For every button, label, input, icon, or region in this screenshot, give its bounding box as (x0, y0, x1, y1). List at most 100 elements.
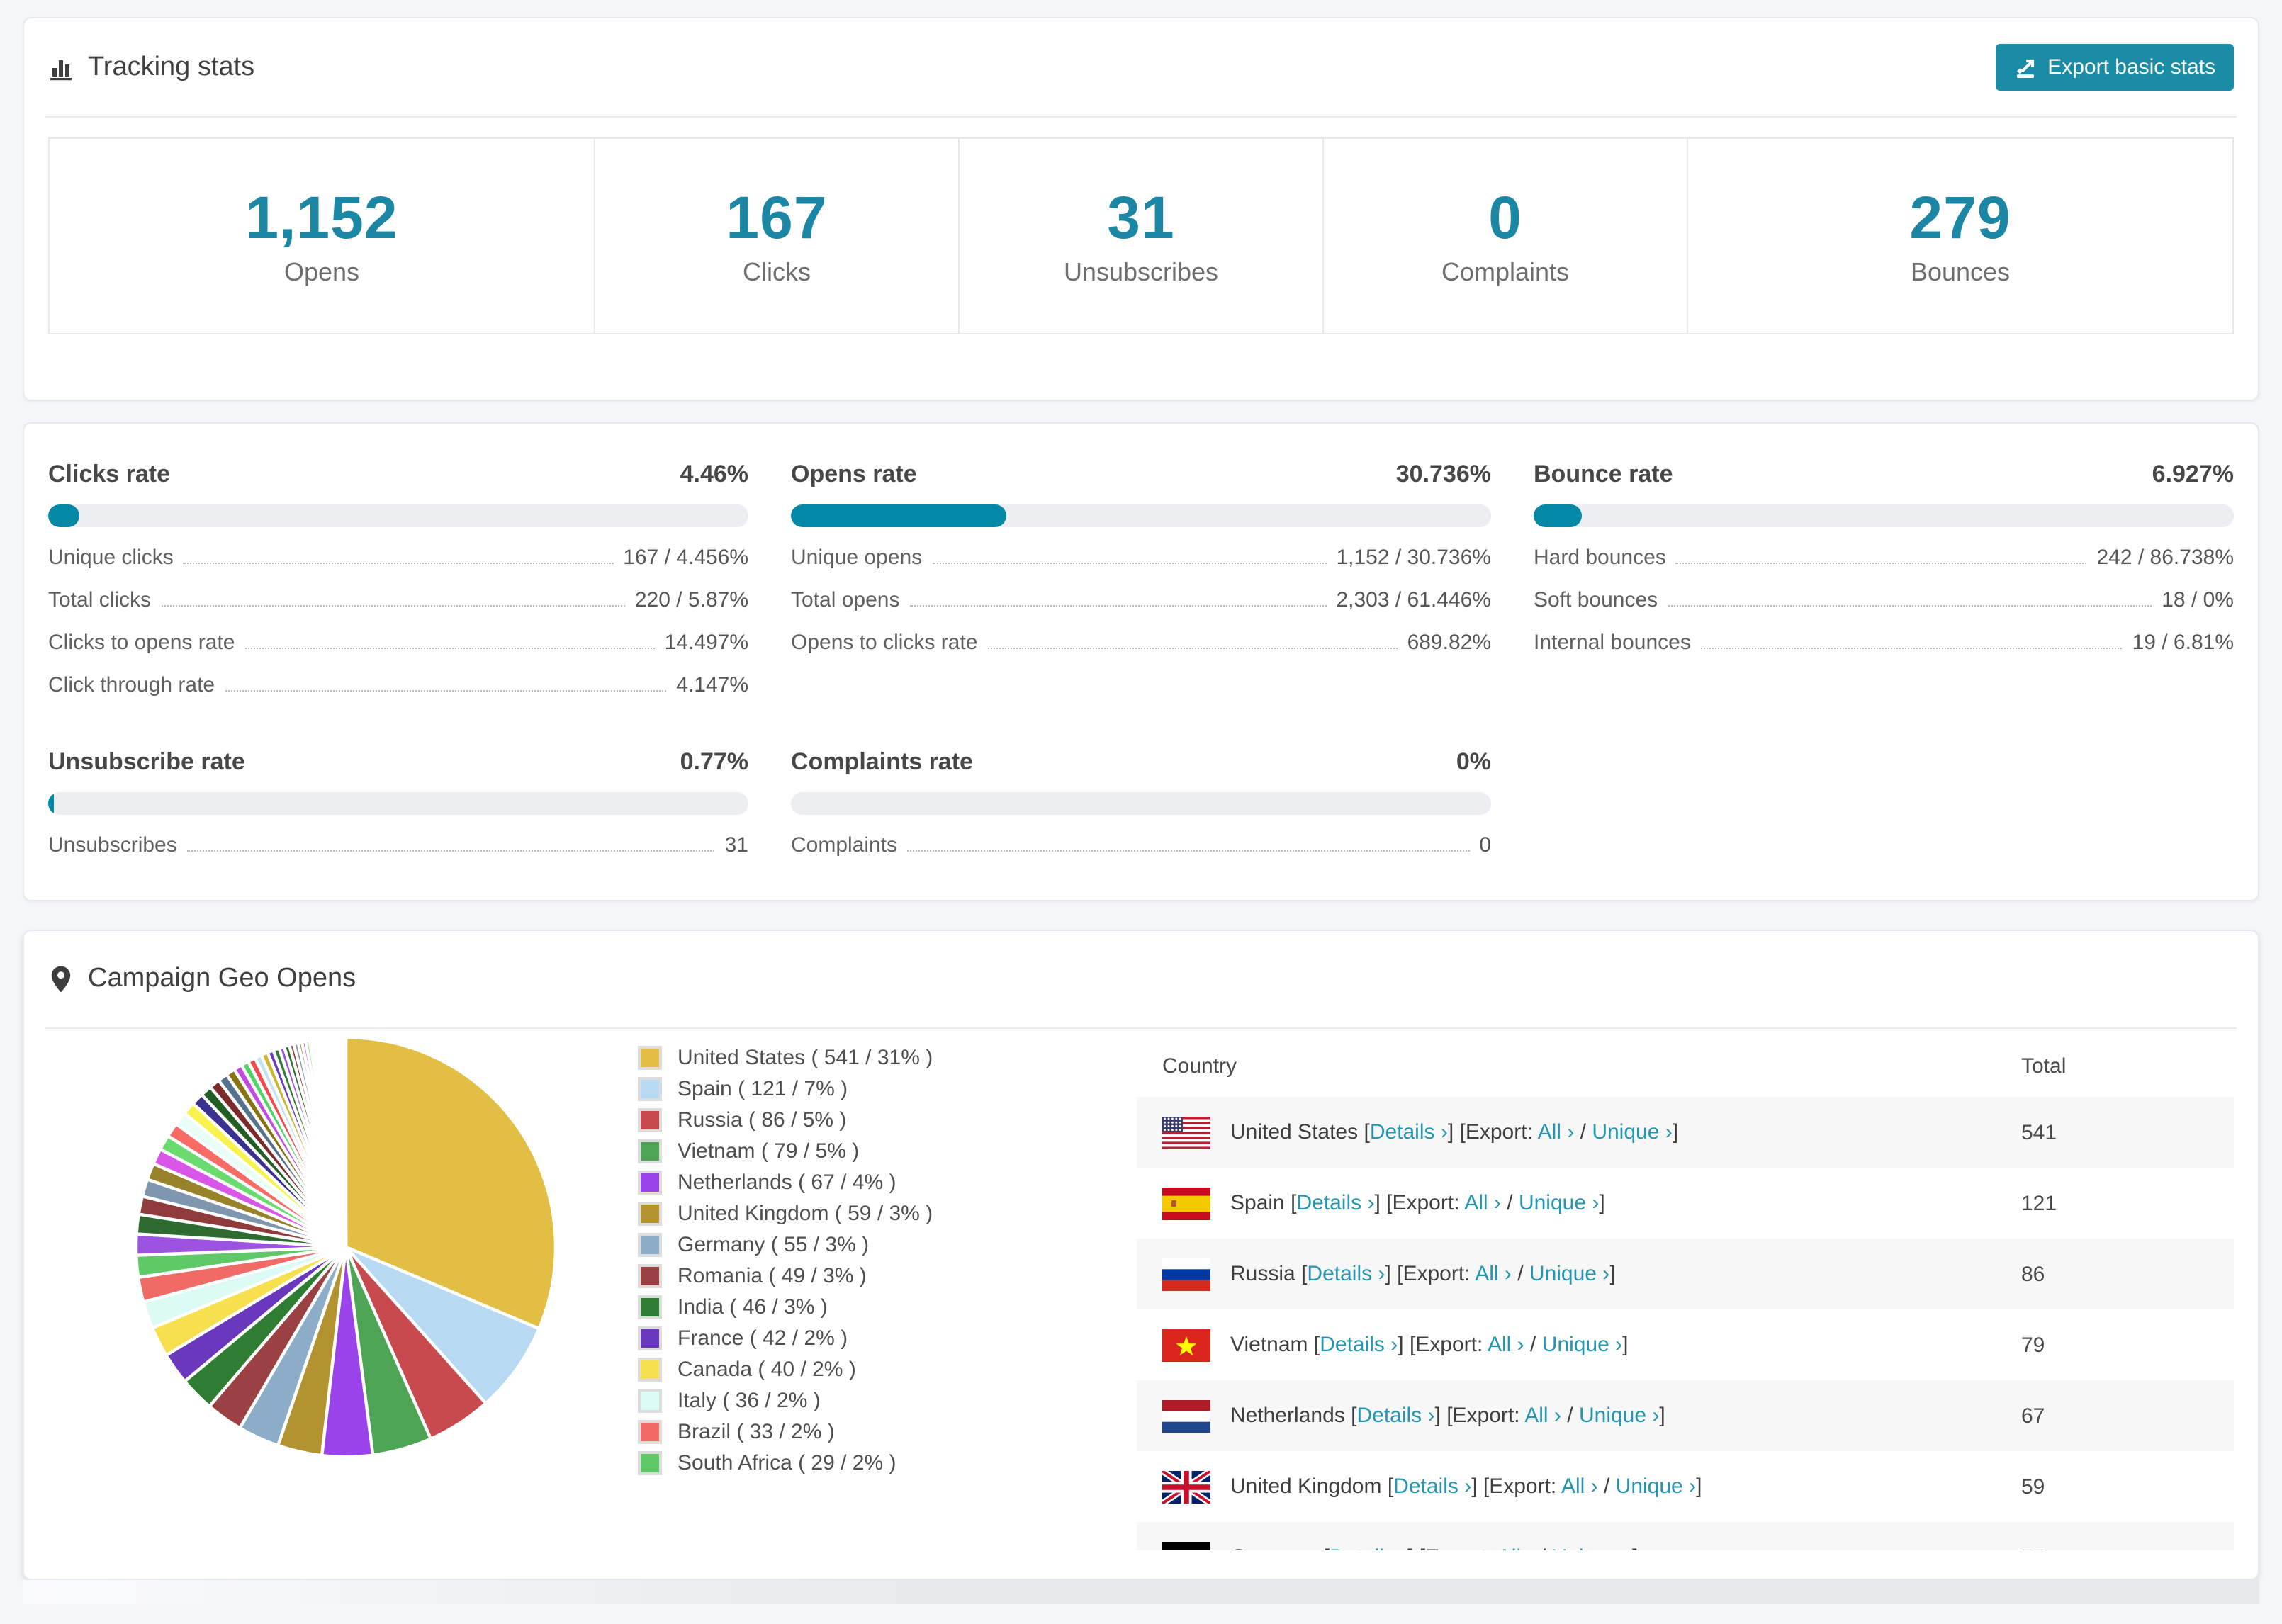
legend-swatch (638, 1295, 662, 1319)
progress-fill (48, 792, 54, 815)
summary-stat-unsubscribes: 31 Unsubscribes (958, 137, 1324, 334)
page: Tracking stats Export basic stats 1,152 O… (0, 0, 2282, 1604)
legend-item-italy: Italy ( 36 / 2% ) (638, 1389, 1137, 1413)
dotted-leader (1675, 563, 2087, 564)
rate-detail-row: Unsubscribes 31 (48, 833, 748, 857)
export-unique-link[interactable]: Unique › (1542, 1332, 1622, 1356)
stat-label: Bounces (1910, 258, 2011, 286)
legend-swatch (638, 1389, 662, 1413)
country-total: 86 (2021, 1239, 2234, 1309)
country-total: 55 (2021, 1522, 2234, 1550)
rate-value: 6.927% (2152, 461, 2234, 487)
details-link[interactable]: Details › (1356, 1403, 1434, 1427)
header-divider (45, 116, 2237, 118)
rate-title: Opens rate (791, 461, 917, 487)
legend-item-spain: Spain ( 121 / 7% ) (638, 1077, 1137, 1101)
legend-swatch (638, 1420, 662, 1444)
legend-swatch (638, 1451, 662, 1475)
legend-item-vietnam: Vietnam ( 79 / 5% ) (638, 1139, 1137, 1163)
export-all-link[interactable]: All › (1561, 1474, 1598, 1498)
export-all-link[interactable]: All › (1538, 1120, 1575, 1144)
geo-title: Campaign Geo Opens (88, 964, 356, 993)
export-unique-link[interactable]: Unique › (1529, 1261, 1609, 1285)
legend-label: Spain ( 121 / 7% ) (678, 1077, 848, 1101)
export-icon (2013, 56, 2036, 79)
details-link[interactable]: Details › (1393, 1474, 1471, 1498)
geo-body: United States ( 541 / 31% ) Spain ( 121 /… (24, 1029, 2258, 1550)
dotted-leader (183, 563, 614, 564)
progress-fill (48, 504, 80, 527)
stat-label: Unsubscribes (1063, 258, 1219, 286)
rate-detail-row: Clicks to opens rate 14.497% (48, 631, 748, 655)
stat-label: Complaints (1441, 258, 1570, 286)
flag-icon-ru (1162, 1258, 1210, 1290)
legend-label: Romania ( 49 / 3% ) (678, 1264, 867, 1288)
geo-header: Campaign Geo Opens (24, 931, 2258, 1027)
export-unique-link[interactable]: Unique › (1552, 1545, 1632, 1550)
dotted-leader (225, 690, 667, 692)
export-all-link[interactable]: All › (1524, 1403, 1561, 1427)
legend-swatch (638, 1233, 662, 1257)
details-link[interactable]: Details › (1370, 1120, 1448, 1144)
export-unique-link[interactable]: Unique › (1519, 1190, 1599, 1214)
rate-detail-row: Unique clicks 167 / 4.456% (48, 546, 748, 570)
rate-value: 4.46% (680, 461, 748, 487)
legend-label: South Africa ( 29 / 2% ) (678, 1451, 896, 1475)
rate-detail-row: Total clicks 220 / 5.87% (48, 588, 748, 612)
rate-title: Bounce rate (1534, 461, 1673, 487)
stat-value: 31 (1107, 184, 1175, 251)
legend-label: Vietnam ( 79 / 5% ) (678, 1139, 860, 1163)
rate-panel-clicks: Clicks rate 4.46% Unique clicks 167 / 4.456… (48, 461, 748, 697)
export-unique-link[interactable]: Unique › (1616, 1474, 1696, 1498)
tracking-stats-header: Tracking stats Export basic stats (24, 18, 2258, 116)
geo-pie-chart (133, 1034, 558, 1460)
export-all-link[interactable]: All › (1475, 1261, 1512, 1285)
rate-title: Complaints rate (791, 748, 973, 775)
progress-fill (1534, 504, 1583, 527)
flag-icon-vn (1162, 1329, 1210, 1361)
flag-icon-de (1162, 1541, 1210, 1550)
tracking-stats-card: Tracking stats Export basic stats 1,152 O… (23, 17, 2259, 401)
legend-swatch (638, 1171, 662, 1195)
legend-swatch (638, 1326, 662, 1350)
summary-stats-row: 1,152 Opens 167 Clicks 31 Unsubscribes 0 Compla… (48, 137, 2234, 334)
stat-label: Clicks (743, 258, 811, 286)
details-link[interactable]: Details › (1296, 1190, 1374, 1214)
export-all-link[interactable]: All › (1464, 1190, 1501, 1214)
stat-label: Opens (283, 258, 360, 286)
rate-detail-row: Total opens 2,303 / 61.446% (791, 588, 1491, 612)
flag-icon-us (1162, 1116, 1210, 1149)
country-total: 79 (2021, 1333, 2045, 1357)
export-basic-stats-button[interactable]: Export basic stats (1995, 44, 2234, 91)
legend-label: France ( 42 / 2% ) (678, 1326, 848, 1350)
country-name: Russia (1230, 1261, 1295, 1285)
details-link[interactable]: Details › (1330, 1545, 1407, 1550)
legend-item-united-states: United States ( 541 / 31% ) (638, 1046, 1137, 1070)
export-unique-link[interactable]: Unique › (1592, 1120, 1672, 1144)
legend-label: Netherlands ( 67 / 4% ) (678, 1171, 896, 1195)
details-link[interactable]: Details › (1320, 1332, 1398, 1356)
progress-track (48, 504, 748, 527)
legend-item-romania: Romania ( 49 / 3% ) (638, 1264, 1137, 1288)
legend-item-russia: Russia ( 86 / 5% ) (638, 1108, 1137, 1132)
rate-panel-opens: Opens rate 30.736% Unique opens 1,152 / 30.… (791, 461, 1491, 697)
summary-stat-bounces: 279 Bounces (1687, 137, 2234, 334)
export-all-link[interactable]: All › (1488, 1332, 1524, 1356)
details-link[interactable]: Details › (1307, 1261, 1385, 1285)
table-row-germany: Germany [Details ›] [Export: All › / Uni… (1137, 1522, 2234, 1550)
legend-label: United States ( 541 / 31% ) (678, 1046, 933, 1070)
legend-swatch (638, 1077, 662, 1101)
legend-swatch (638, 1108, 662, 1132)
progress-track (1534, 504, 2234, 527)
legend-item-india: India ( 46 / 3% ) (638, 1295, 1137, 1319)
export-all-link[interactable]: All › (1497, 1545, 1534, 1550)
table-row-spain: Spain [Details ›] [Export: All › / Uniqu… (1137, 1168, 2234, 1239)
country-total: 59 (2021, 1474, 2045, 1499)
legend-label: Brazil ( 33 / 2% ) (678, 1420, 835, 1444)
export-unique-link[interactable]: Unique › (1579, 1403, 1659, 1427)
country-column-header: Country (1162, 1054, 1237, 1078)
legend-item-canada: Canada ( 40 / 2% ) (638, 1358, 1137, 1382)
total-column-header: Total (2021, 1054, 2067, 1078)
legend-swatch (638, 1358, 662, 1382)
flag-icon-gb (1160, 1467, 1213, 1506)
